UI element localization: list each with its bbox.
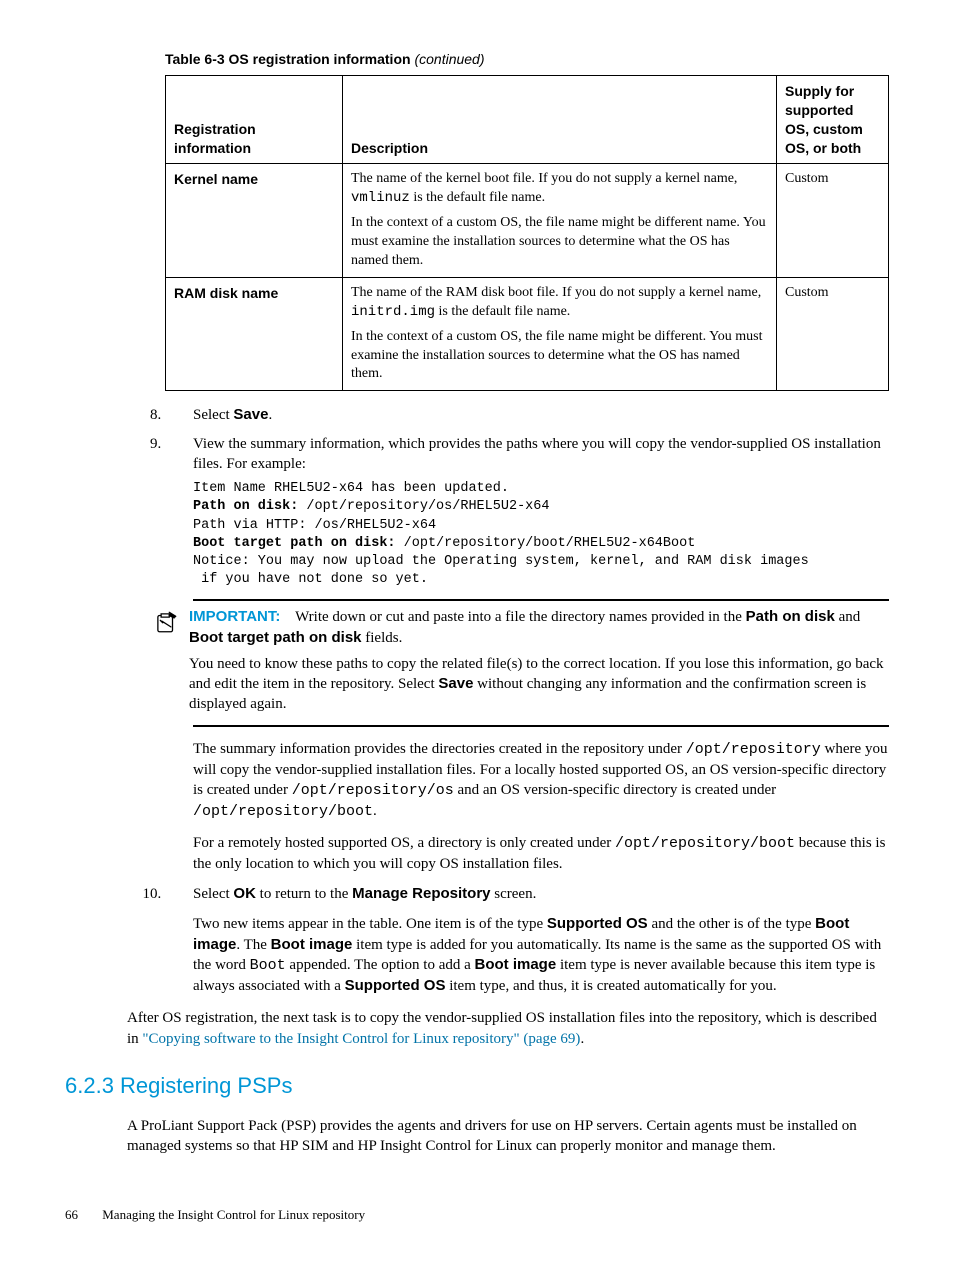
after-paragraph: After OS registration, the next task is …: [127, 1008, 889, 1049]
th-supply: Supply for supported OS, custom OS, or b…: [777, 75, 889, 164]
code-block: Item Name RHEL5U2-x64 has been updated. …: [193, 480, 889, 589]
row-supply: Custom: [777, 164, 889, 277]
step9-para1: The summary information provides the dir…: [193, 739, 889, 823]
section-body: A ProLiant Support Pack (PSP) provides t…: [127, 1116, 889, 1157]
copying-link[interactable]: "Copying software to the Insight Control…: [142, 1031, 580, 1047]
th-reg-info: Registration information: [166, 75, 343, 164]
important-label: IMPORTANT:: [189, 608, 280, 625]
registration-table: Registration information Description Sup…: [165, 75, 889, 391]
section-heading: 6.2.3 Registering PSPs: [65, 1071, 889, 1101]
step9-para2: For a remotely hosted supported OS, a di…: [193, 833, 889, 875]
table-caption-prefix: Table 6-3 OS registration information: [165, 51, 411, 67]
row-label: RAM disk name: [166, 277, 343, 390]
row-desc: The name of the RAM disk boot file. If y…: [343, 277, 777, 390]
page-number: 66: [65, 1206, 99, 1224]
table-row: Kernel name The name of the kernel boot …: [166, 164, 889, 277]
step-10: Select OK to return to the Manage Reposi…: [165, 884, 889, 996]
th-description: Description: [343, 75, 777, 164]
footer-title: Managing the Insight Control for Linux r…: [102, 1207, 365, 1222]
table-caption: Table 6-3 OS registration information (c…: [165, 50, 889, 69]
important-note: IMPORTANT: Write down or cut and paste i…: [193, 599, 889, 726]
table-caption-suffix: (continued): [414, 51, 484, 67]
step-list: Select Save. View the summary informatio…: [65, 405, 889, 996]
row-label: Kernel name: [166, 164, 343, 277]
step10-para: Two new items appear in the table. One i…: [193, 914, 889, 996]
step-8: Select Save.: [165, 405, 889, 425]
row-desc: The name of the kernel boot file. If you…: [343, 164, 777, 277]
step-9: View the summary information, which prov…: [165, 434, 889, 875]
row-supply: Custom: [777, 277, 889, 390]
important-icon: [153, 609, 189, 641]
page-footer: 66 Managing the Insight Control for Linu…: [65, 1206, 889, 1224]
table-row: RAM disk name The name of the RAM disk b…: [166, 277, 889, 390]
